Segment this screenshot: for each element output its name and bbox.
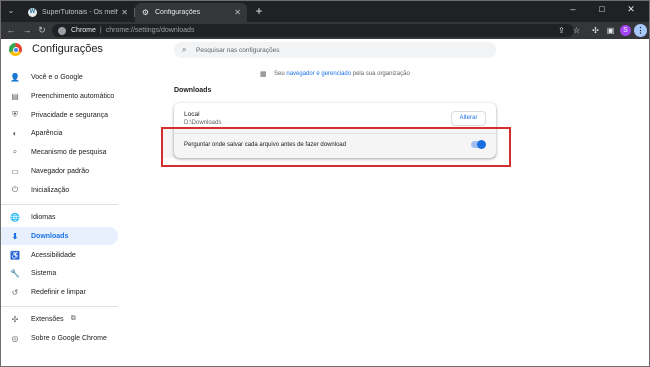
search-icon: ⌕: [12, 147, 18, 156]
tab-search-icon[interactable]: ⌄: [6, 6, 16, 16]
sidebar-item-label: Inicialização: [31, 186, 70, 194]
share-icon[interactable]: ⇪: [556, 25, 567, 36]
location-path: D:\Downloads: [184, 120, 222, 126]
sidebar-item-label: Downloads: [31, 232, 69, 240]
sidebar-item-acessibilidade[interactable]: ♿ Acessibilidade: [0, 246, 118, 264]
managed-notice: ▦ Seu navegador é gerenciado pela sua or…: [260, 70, 410, 78]
external-link-icon: ⧉: [70, 315, 76, 322]
sidebar-item-label: Acessibilidade: [31, 251, 76, 259]
bookmark-star-icon[interactable]: ☆: [571, 25, 582, 36]
browser-icon: ▭: [11, 166, 19, 176]
sidebar-item-label: Idiomas: [31, 213, 56, 221]
power-icon: ⏻: [11, 185, 19, 194]
globe-icon: 🌐: [10, 212, 20, 222]
sidebar-item-label: Extensões: [31, 315, 64, 323]
sidebar-item-label: Redefinir e limpar: [31, 288, 86, 296]
section-title: Downloads: [174, 87, 212, 94]
extensions-puzzle-icon[interactable]: ✣: [590, 25, 601, 36]
menu-dots-icon[interactable]: ⋮: [634, 24, 647, 37]
address-url: chrome://settings/downloads: [105, 27, 195, 34]
tab-supertutoriais[interactable]: W SuperTutoriais - Os melhores tut ✕: [22, 3, 134, 22]
sidebar-item-label: Mecanismo de pesquisa: [31, 148, 107, 156]
sidebar-item-navegador-padrao[interactable]: ▭ Navegador padrão: [0, 162, 118, 180]
reload-icon[interactable]: ↻: [36, 24, 48, 36]
sidebar-item-label: Navegador padrão: [31, 167, 89, 175]
wrench-icon: 🔧: [10, 268, 20, 278]
search-placeholder: Pesquisar nas configurações: [196, 46, 280, 54]
sidebar-item-preenchimento[interactable]: ▤ Preenchimento automático: [0, 87, 118, 105]
wordpress-icon: W: [28, 8, 37, 17]
sidebar-item-privacidade[interactable]: ⛨ Privacidade e segurança: [0, 106, 118, 124]
puzzle-icon: ✣: [11, 314, 19, 324]
close-icon[interactable]: ✕: [121, 8, 128, 17]
chrome-icon: ◎: [11, 333, 19, 343]
page-title: Configurações: [32, 43, 103, 55]
managed-suffix: pela sua organização: [352, 71, 410, 77]
address-bar[interactable]: Chrome | chrome://settings/downloads: [52, 24, 574, 37]
new-tab-button[interactable]: +: [253, 5, 265, 17]
minimize-button[interactable]: –: [566, 2, 580, 16]
sidebar-item-mecanismo[interactable]: ⌕ Mecanismo de pesquisa: [0, 143, 118, 161]
building-icon: ▦: [260, 71, 267, 78]
person-icon: 👤: [10, 72, 20, 82]
change-location-button[interactable]: Alterar: [451, 111, 486, 126]
maximize-button[interactable]: □: [595, 2, 609, 16]
accessibility-icon: ♿: [10, 250, 20, 260]
side-panel-icon[interactable]: ▣: [605, 25, 616, 36]
sidebar-item-label: Sobre o Google Chrome: [31, 334, 107, 342]
sidebar-item-redefinir[interactable]: ↺ Redefinir e limpar: [0, 283, 118, 301]
gear-icon: ⚙: [141, 8, 150, 17]
sidebar-item-downloads[interactable]: ⬇ Downloads: [0, 227, 118, 245]
sidebar-item-voce-e-o-google[interactable]: 👤 Você e o Google: [0, 68, 118, 86]
tab-configuracoes[interactable]: ⚙ Configurações ✕: [135, 3, 247, 22]
profile-avatar[interactable]: S: [620, 25, 631, 36]
sidebar-item-label: Aparência: [31, 129, 63, 137]
sidebar-item-sobre[interactable]: ◎ Sobre o Google Chrome: [0, 329, 118, 347]
managed-link[interactable]: navegador é gerenciado: [286, 71, 351, 77]
sidebar-item-inicializacao[interactable]: ⏻ Inicialização: [0, 181, 118, 199]
download-icon: ⬇: [11, 231, 19, 241]
location-label: Local: [184, 111, 200, 118]
row-hover-highlight: [162, 128, 496, 158]
chrome-page-icon: [58, 26, 66, 35]
sidebar-divider: [0, 204, 118, 205]
tab-title: SuperTutoriais - Os melhores tut: [42, 9, 119, 16]
tab-title: Configurações: [155, 9, 201, 16]
clipboard-icon: ▤: [11, 91, 19, 101]
sidebar-item-aparencia[interactable]: ◐ Aparência: [0, 124, 118, 142]
address-scheme: Chrome: [71, 27, 96, 34]
sidebar-item-label: Privacidade e segurança: [31, 111, 109, 119]
search-icon: ⌕: [182, 45, 187, 54]
window-close-button[interactable]: ✕: [624, 2, 638, 16]
shield-icon: ⛨: [12, 110, 18, 119]
sidebar-item-label: Preenchimento automático: [31, 92, 115, 100]
sidebar-item-sistema[interactable]: 🔧 Sistema: [0, 264, 118, 282]
back-arrow-icon[interactable]: ←: [5, 24, 17, 36]
sidebar-item-extensoes[interactable]: ✣ Extensões ⧉: [0, 310, 118, 328]
managed-prefix: Seu: [274, 71, 285, 77]
close-icon[interactable]: ✕: [234, 8, 241, 17]
browser-toolbar: ← → ↻ Chrome | chrome://settings/downloa…: [0, 22, 650, 39]
chrome-logo-icon: [9, 43, 22, 56]
forward-arrow-icon[interactable]: →: [21, 24, 33, 36]
sidebar-item-label: Você e o Google: [31, 73, 83, 81]
settings-search-input[interactable]: ⌕ Pesquisar nas configurações: [174, 42, 496, 58]
tab-strip: ⌄ W SuperTutoriais - Os melhores tut ✕ ⚙…: [0, 0, 650, 22]
sidebar-item-idiomas[interactable]: 🌐 Idiomas: [0, 208, 118, 226]
sidebar-item-label: Sistema: [31, 269, 57, 277]
reset-icon: ↺: [11, 287, 19, 297]
sidebar-divider: [0, 306, 118, 307]
palette-icon: ◐: [12, 128, 18, 138]
address-separator: |: [99, 27, 102, 34]
